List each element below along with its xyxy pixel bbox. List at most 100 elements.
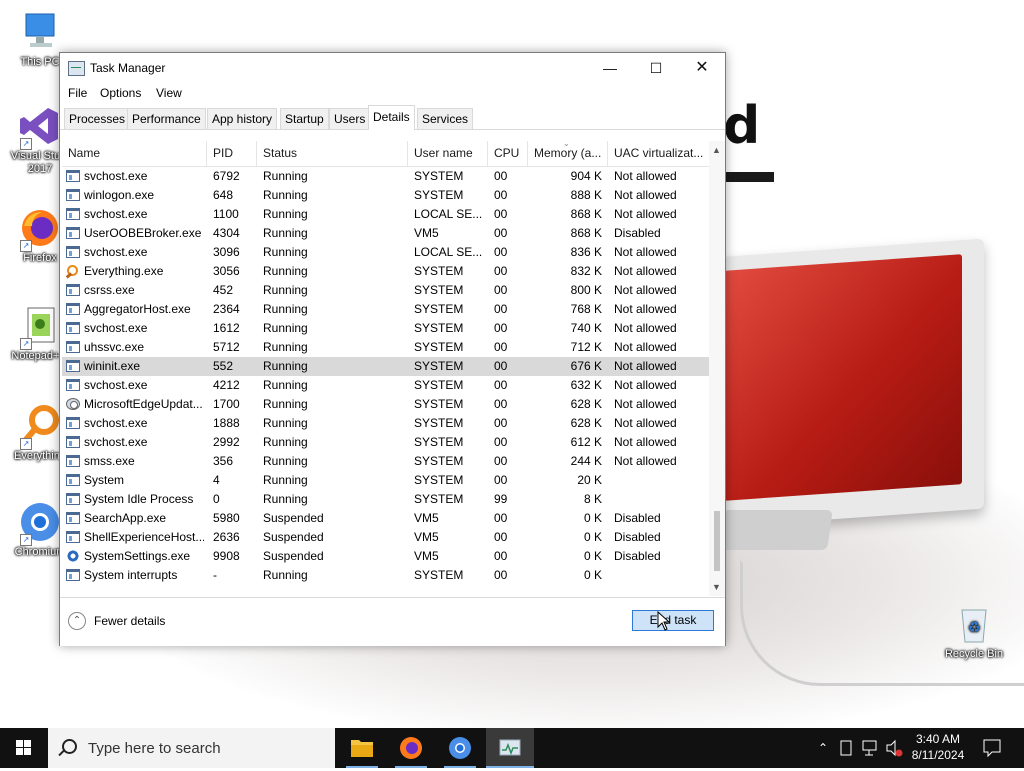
tab-performance[interactable]: Performance bbox=[127, 108, 206, 129]
cell-pid: 2636 bbox=[213, 530, 240, 544]
column-header-name[interactable]: Name bbox=[62, 141, 207, 166]
menu-options[interactable]: Options bbox=[100, 86, 141, 100]
cell-mem: 244 K bbox=[570, 454, 602, 468]
tab-processes[interactable]: Processes bbox=[64, 108, 131, 129]
cell-status: Running bbox=[263, 226, 308, 240]
table-row[interactable]: winlogon.exe 648 Running SYSTEM 00 888 K Not a… bbox=[62, 186, 709, 205]
table-row[interactable]: smss.exe 356 Running SYSTEM 00 244 K Not allow… bbox=[62, 452, 709, 471]
vertical-scrollbar[interactable]: ▲ ▼ bbox=[709, 141, 725, 596]
table-row[interactable]: csrss.exe 452 Running SYSTEM 00 800 K Not allo… bbox=[62, 281, 709, 300]
title-bar[interactable]: Task Manager — ☐ ✕ bbox=[60, 53, 725, 83]
cell-name: ShellExperienceHost.... bbox=[84, 530, 204, 544]
cell-name: SearchApp.exe bbox=[84, 511, 167, 525]
process-icon bbox=[66, 246, 80, 258]
taskbar-firefox[interactable] bbox=[387, 728, 435, 768]
cell-cpu: 00 bbox=[494, 530, 508, 544]
scroll-down-arrow-icon[interactable]: ▼ bbox=[712, 582, 721, 592]
cell-name: uhssvc.exe bbox=[84, 340, 145, 354]
cell-pid: 4212 bbox=[213, 378, 240, 392]
tab-startup[interactable]: Startup bbox=[280, 108, 329, 129]
table-row[interactable]: svchost.exe 1100 Running LOCAL SE... 00 868 K… bbox=[62, 205, 709, 224]
show-hidden-icons-chevron-icon[interactable]: ⌃ bbox=[814, 728, 832, 768]
table-row[interactable]: UserOOBEBroker.exe 4304 Running VM5 00 868 K D… bbox=[62, 224, 709, 243]
table-row[interactable]: SearchApp.exe 5980 Suspended VM5 00 0 K Disabl… bbox=[62, 509, 709, 528]
taskbar-file-explorer[interactable] bbox=[338, 728, 386, 768]
table-row[interactable]: SystemSettings.exe 9908 Suspended VM5 00 0 K D… bbox=[62, 547, 709, 566]
scroll-up-arrow-icon[interactable]: ▲ bbox=[712, 145, 721, 155]
chevron-up-icon[interactable]: ⌃ bbox=[68, 612, 86, 630]
firefox-icon bbox=[400, 737, 422, 759]
desktop-icon-recycle-bin[interactable]: ♻ Recycle Bin bbox=[938, 602, 1010, 660]
column-header-uac[interactable]: UAC virtualizat... bbox=[608, 141, 709, 166]
cell-status: Running bbox=[263, 302, 308, 316]
table-row[interactable]: Everything.exe 3056 Running SYSTEM 00 832 K No… bbox=[62, 262, 709, 281]
tab-users[interactable]: Users bbox=[329, 108, 371, 129]
taskbar-search-box[interactable]: Type here to search bbox=[48, 728, 335, 768]
cell-pid: 3096 bbox=[213, 245, 240, 259]
cell-uac: Not allowed bbox=[614, 321, 677, 335]
column-header-status[interactable]: Status bbox=[257, 141, 408, 166]
column-header-cpu[interactable]: CPU bbox=[488, 141, 528, 166]
tab-app-history[interactable]: App history bbox=[207, 108, 278, 129]
taskbar-clock[interactable]: 3:40 AM 8/11/2024 bbox=[905, 731, 971, 763]
table-row[interactable]: MicrosoftEdgeUpdat... 1700 Running SYSTEM 00… bbox=[62, 395, 709, 414]
maximize-button[interactable]: ☐ bbox=[633, 53, 679, 83]
cell-uac: Disabled bbox=[614, 549, 661, 563]
cell-status: Running bbox=[263, 473, 308, 487]
tab-details[interactable]: Details bbox=[368, 105, 415, 130]
minimize-button[interactable]: — bbox=[587, 53, 633, 83]
cell-cpu: 00 bbox=[494, 473, 508, 487]
tablet-icon[interactable] bbox=[838, 728, 854, 768]
edge-update-icon bbox=[66, 398, 80, 410]
column-header-pid[interactable]: PID bbox=[207, 141, 257, 166]
table-row[interactable]: ShellExperienceHost.... 2636 Suspended VM5 0… bbox=[62, 528, 709, 547]
column-header-user-name[interactable]: User name bbox=[408, 141, 488, 166]
table-row[interactable]: uhssvc.exe 5712 Running SYSTEM 00 712 K Not al… bbox=[62, 338, 709, 357]
tab-services[interactable]: Services bbox=[417, 108, 474, 129]
network-icon[interactable] bbox=[860, 728, 880, 768]
recycle-bin-icon: ♻ bbox=[952, 602, 996, 646]
desktop-icon-label: Recycle Bin bbox=[944, 648, 1004, 660]
table-row[interactable]: svchost.exe 3096 Running LOCAL SE... 00 836 K… bbox=[62, 243, 709, 262]
cell-cpu: 00 bbox=[494, 359, 508, 373]
cell-status: Suspended bbox=[263, 549, 324, 563]
close-button[interactable]: ✕ bbox=[679, 53, 725, 83]
volume-muted-icon[interactable] bbox=[884, 728, 904, 768]
start-button[interactable] bbox=[0, 728, 48, 768]
fewer-details-link[interactable]: Fewer details bbox=[94, 614, 165, 628]
cell-pid: 2364 bbox=[213, 302, 240, 316]
taskbar-chromium[interactable] bbox=[436, 728, 484, 768]
table-row[interactable]: AggregatorHost.exe 2364 Running SYSTEM 00 768… bbox=[62, 300, 709, 319]
cell-name: svchost.exe bbox=[84, 321, 148, 335]
cell-status: Running bbox=[263, 359, 308, 373]
footer: ⌃ Fewer details End task bbox=[60, 597, 725, 646]
cell-cpu: 00 bbox=[494, 454, 508, 468]
end-task-button[interactable]: End task bbox=[632, 610, 714, 631]
table-row[interactable]: svchost.exe 2992 Running SYSTEM 00 612 K Not a… bbox=[62, 433, 709, 452]
cell-user: SYSTEM bbox=[414, 454, 464, 468]
cell-name: Everything.exe bbox=[84, 264, 164, 278]
table-row[interactable]: wininit.exe 552 Running SYSTEM 00 676 K Not al… bbox=[62, 357, 709, 376]
table-row[interactable]: System interrupts - Running SYSTEM 00 0 K bbox=[62, 566, 709, 585]
table-row[interactable]: System 4 Running SYSTEM 00 20 K bbox=[62, 471, 709, 490]
cell-user: VM5 bbox=[414, 226, 439, 240]
cell-user: SYSTEM bbox=[414, 359, 464, 373]
cell-uac bbox=[614, 471, 709, 490]
cell-cpu: 00 bbox=[494, 568, 508, 582]
process-icon bbox=[66, 512, 80, 524]
table-row[interactable]: svchost.exe 4212 Running SYSTEM 00 632 K Not a… bbox=[62, 376, 709, 395]
menu-view[interactable]: View bbox=[156, 86, 182, 100]
taskbar-task-manager[interactable] bbox=[486, 728, 534, 768]
notification-center-icon[interactable] bbox=[980, 728, 1004, 768]
scroll-thumb[interactable] bbox=[714, 511, 720, 571]
cell-cpu: 00 bbox=[494, 435, 508, 449]
cell-mem: 612 K bbox=[570, 435, 602, 449]
table-row[interactable]: svchost.exe 6792 Running SYSTEM 00 904 K Not a… bbox=[62, 167, 709, 186]
table-row[interactable]: System Idle Process 0 Running SYSTEM 99 8 K bbox=[62, 490, 709, 509]
table-row[interactable]: svchost.exe 1612 Running SYSTEM 00 740 K Not a… bbox=[62, 319, 709, 338]
table-row[interactable]: svchost.exe 1888 Running SYSTEM 00 628 K Not a… bbox=[62, 414, 709, 433]
cell-cpu: 00 bbox=[494, 245, 508, 259]
cell-status: Running bbox=[263, 283, 308, 297]
menu-file[interactable]: File bbox=[68, 86, 87, 100]
clock-date: 8/11/2024 bbox=[911, 748, 965, 762]
